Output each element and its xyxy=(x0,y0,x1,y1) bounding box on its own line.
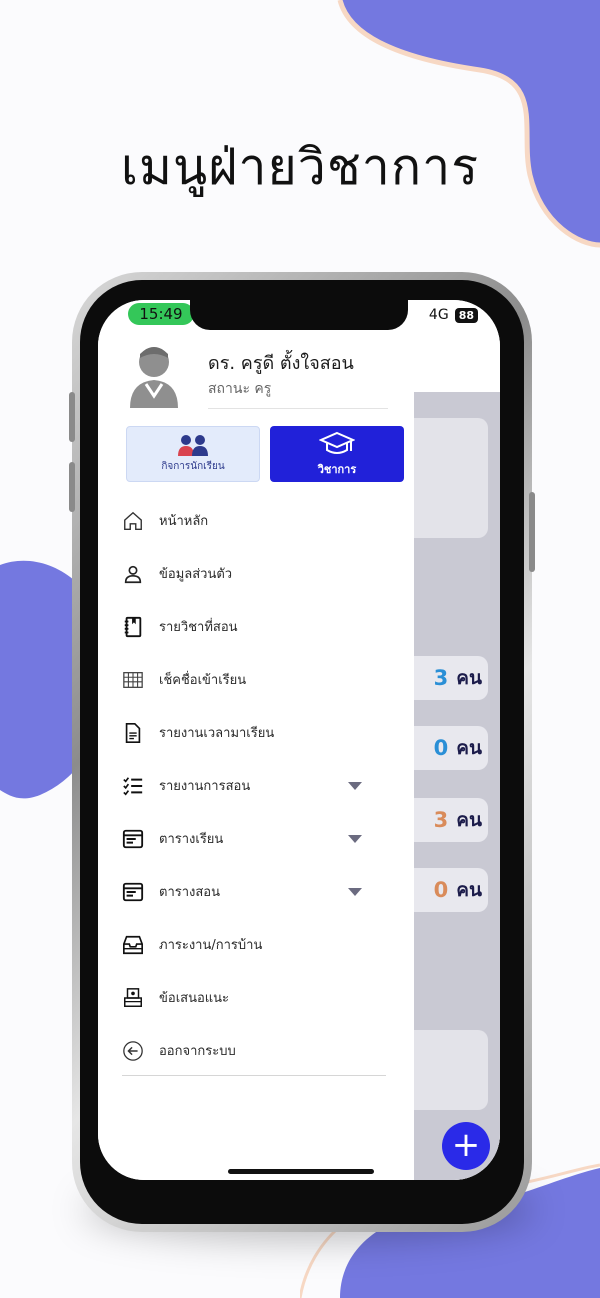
background-card xyxy=(413,418,488,538)
stat-unit: คน xyxy=(456,809,482,831)
menu-item-label: ภาระงาน/การบ้าน xyxy=(159,938,263,953)
chevron-down-icon[interactable] xyxy=(348,834,362,843)
stat-card: 3 คน xyxy=(413,798,488,842)
menu-item-attendance[interactable]: เช็คชื่อเข้าเรียน xyxy=(98,653,414,706)
graduation-cap-icon xyxy=(319,431,355,454)
network-type: 4G xyxy=(428,307,449,323)
stat-card: 3 คน xyxy=(413,656,488,700)
stat-value: 3 xyxy=(433,808,449,832)
document-icon xyxy=(125,722,141,743)
menu-item-attendance-report[interactable]: รายงานเวลามาเรียน xyxy=(98,706,414,759)
suggestion-box-icon xyxy=(124,987,142,1007)
menu-item-teaching-schedule[interactable]: ตารางสอน xyxy=(98,865,414,918)
notebook-icon xyxy=(124,616,142,637)
stat-value: 0 xyxy=(433,736,449,760)
phone-side-button xyxy=(69,462,75,512)
menu-item-label: ออกจากระบบ xyxy=(159,1044,236,1059)
academic-label: วิชาการ xyxy=(317,462,357,476)
menu-item-label: รายงานการสอน xyxy=(159,779,251,794)
stat-value: 3 xyxy=(433,666,449,690)
logout-icon xyxy=(123,1040,143,1061)
menu-item-suggestions[interactable]: ข้อเสนอแนะ xyxy=(98,971,414,1024)
phone-side-button xyxy=(529,492,535,572)
academic-button[interactable]: วิชาการ xyxy=(270,426,404,482)
menu-item-label: ตารางสอน xyxy=(159,885,221,900)
teacher-avatar-icon xyxy=(130,347,178,408)
schedule-icon xyxy=(122,882,144,901)
inbox-tray-icon xyxy=(123,935,143,954)
battery-icon: 88 xyxy=(454,307,478,323)
menu-item-label: หน้าหลัก xyxy=(159,514,209,529)
phone-notch xyxy=(190,300,408,330)
menu-item-label: ข้อมูลส่วนตัว xyxy=(159,567,233,582)
stat-card: 0 คน xyxy=(413,868,488,912)
profile-divider xyxy=(208,408,388,409)
menu-item-homework[interactable]: ภาระงาน/การบ้าน xyxy=(98,918,414,971)
menu-item-label: รายงานเวลามาเรียน xyxy=(159,726,275,741)
status-time: 15:49 xyxy=(128,303,194,325)
stat-value: 0 xyxy=(433,878,449,902)
menu-item-class-schedule[interactable]: ตารางเรียน xyxy=(98,812,414,865)
background-app: 0 3 คน 0 คน 3 คน 0 คน xyxy=(413,300,500,1180)
navigation-drawer: ดร. ครูดี ตั้งใจสอน สถานะ ครู กิจการนักเ… xyxy=(98,300,414,1180)
students-icon xyxy=(178,435,208,456)
student-affairs-button[interactable]: กิจการนักเรียน xyxy=(126,426,260,482)
menu-item-home[interactable]: หน้าหลัก xyxy=(98,494,414,547)
menu-item-label: ตารางเรียน xyxy=(159,832,224,847)
home-icon xyxy=(124,511,142,530)
phone-side-button xyxy=(69,392,75,442)
profile-name: ดร. ครูดี ตั้งใจสอน xyxy=(208,353,354,374)
page-heading: เมนูฝ่ายวิชาการ xyxy=(120,138,480,196)
phone-screen: 0 3 คน 0 คน 3 คน 0 คน + 15:49 4G 88 xyxy=(98,300,500,1180)
menu-item-profile[interactable]: ข้อมูลส่วนตัว xyxy=(98,547,414,600)
stat-unit: คน xyxy=(456,667,482,689)
schedule-icon xyxy=(122,829,144,848)
table-grid-icon xyxy=(123,671,143,688)
drawer-menu: หน้าหลัก ข้อมูลส่วนตัว รายวิชาที่สอน เช็… xyxy=(98,494,414,1077)
checklist-icon xyxy=(123,776,143,796)
add-fab-button[interactable]: + xyxy=(442,1122,490,1170)
top-right-blob xyxy=(337,0,600,248)
status-indicators: 4G 88 xyxy=(429,307,478,323)
stat-card: 0 คน xyxy=(413,726,488,770)
menu-item-label: รายวิชาที่สอน xyxy=(159,620,238,635)
home-indicator xyxy=(228,1169,374,1174)
stat-unit: คน xyxy=(456,879,482,901)
student-affairs-label: กิจการนักเรียน xyxy=(161,461,225,472)
menu-item-courses[interactable]: รายวิชาที่สอน xyxy=(98,600,414,653)
background-card xyxy=(413,1030,488,1110)
menu-item-teaching-report[interactable]: รายงานการสอน xyxy=(98,759,414,812)
chevron-down-icon[interactable] xyxy=(348,781,362,790)
menu-divider xyxy=(122,1075,386,1076)
user-icon xyxy=(124,565,142,583)
menu-item-logout[interactable]: ออกจากระบบ xyxy=(98,1024,414,1077)
stat-unit: คน xyxy=(456,737,482,759)
menu-item-label: ข้อเสนอแนะ xyxy=(159,991,230,1006)
profile-status: สถานะ ครู xyxy=(208,381,272,397)
menu-item-label: เช็คชื่อเข้าเรียน xyxy=(159,673,247,688)
chevron-down-icon[interactable] xyxy=(348,887,362,896)
